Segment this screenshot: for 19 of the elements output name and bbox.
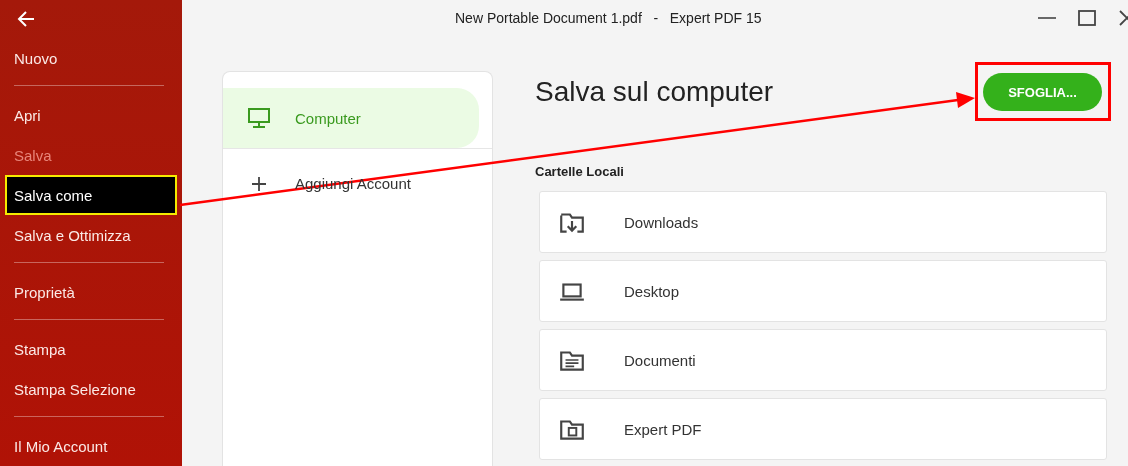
location-item[interactable]: Computer [223, 88, 479, 148]
sidebar-item[interactable]: Apri [14, 95, 164, 135]
sidebar-item[interactable]: Stampa [14, 329, 164, 369]
folder-item[interactable]: Downloads [539, 191, 1107, 253]
page-heading: Salva sul computer [535, 76, 774, 108]
sidebar-item[interactable]: Il Mio Account [14, 426, 164, 466]
folder-item[interactable]: Documenti [539, 329, 1107, 391]
back-arrow-icon[interactable] [16, 10, 36, 28]
maximize-icon[interactable] [1078, 9, 1096, 27]
sidebar-item[interactable]: Salva e Ottimizza [14, 215, 164, 255]
folder-item[interactable]: Expert PDF [539, 398, 1107, 460]
sidebar-item[interactable]: Proprietà [14, 272, 164, 312]
sidebar-item[interactable]: Nuovo [14, 38, 164, 78]
window-title: New Portable Document 1.pdf - Expert PDF 15 [454, 10, 763, 26]
sidebar-item[interactable]: Stampa Selezione [14, 369, 164, 409]
section-label: Cartelle Locali [535, 162, 625, 180]
sidebar-item[interactable]: Salva come [5, 175, 177, 215]
monitor-icon [247, 107, 271, 129]
folder-item[interactable]: Desktop [539, 260, 1107, 322]
